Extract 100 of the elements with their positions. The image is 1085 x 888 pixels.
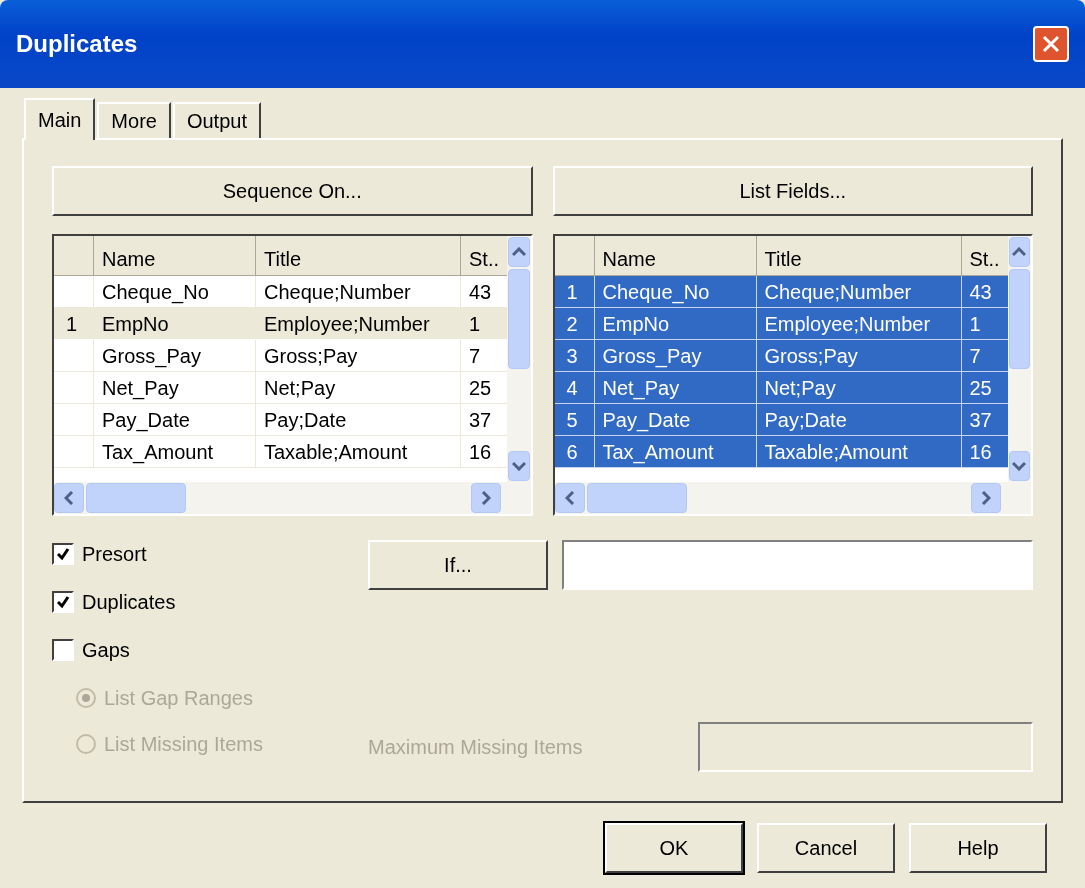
sequence-number: 1 — [54, 308, 94, 339]
scroll-right-icon[interactable] — [470, 483, 501, 513]
scroll-thumb[interactable] — [86, 483, 186, 513]
close-icon — [1042, 35, 1060, 53]
table-cell: Gross;Pay — [256, 340, 461, 371]
sequence-number: 4 — [554, 372, 595, 403]
horizontal-scrollbar[interactable] — [54, 482, 531, 514]
table-cell: Gross_Pay — [594, 340, 757, 371]
table-cell: Gross_Pay — [94, 340, 256, 371]
scroll-up-icon[interactable] — [1008, 237, 1030, 267]
dialog-button[interactable]: OK — [605, 823, 743, 873]
sequence-number: 5 — [554, 404, 595, 435]
tab[interactable]: Output — [172, 102, 261, 138]
scroll-right-icon[interactable] — [971, 483, 1001, 513]
table-row[interactable]: 4 Net_Pay Net;Pay 25 — [554, 372, 1008, 404]
sequence-button[interactable]: Sequence On... — [52, 166, 533, 216]
table-cell: EmpNo — [594, 308, 757, 339]
table-cell: Net_Pay — [594, 372, 757, 403]
table-row[interactable]: 1 Cheque_No Cheque;Number 43 — [554, 276, 1008, 308]
table-row[interactable]: Net_Pay Net;Pay 25 — [54, 372, 507, 404]
window-title: Duplicates — [16, 29, 138, 59]
table-cell-text: 25 — [968, 376, 993, 401]
vertical-scrollbar[interactable] — [507, 236, 531, 482]
table-cell-text: 37 — [468, 408, 493, 433]
table-cell: Pay;Date — [256, 404, 461, 435]
max-missing-label: Maximum Missing Items — [368, 735, 584, 760]
table-row[interactable]: 5 Pay_Date Pay;Date 37 — [554, 404, 1008, 436]
checkmark-icon — [56, 547, 70, 561]
scroll-thumb[interactable] — [1008, 269, 1030, 369]
radio-label: List Missing Items — [104, 732, 263, 757]
scroll-thumb[interactable] — [508, 269, 530, 369]
scroll-left-icon[interactable] — [554, 483, 585, 513]
scroll-down-icon[interactable] — [1008, 451, 1030, 481]
column-header[interactable]: Name — [94, 236, 256, 275]
checkbox[interactable] — [52, 639, 74, 661]
tab[interactable]: More — [97, 102, 171, 138]
table-cell: Pay_Date — [94, 404, 256, 435]
sequence-number: 6 — [554, 436, 595, 467]
checkbox[interactable] — [52, 543, 74, 565]
sequence-number: 2 — [554, 308, 595, 339]
table-cell: Taxable;Amount — [256, 436, 461, 467]
vertical-scrollbar[interactable] — [1007, 236, 1031, 482]
scroll-up-icon[interactable] — [508, 237, 530, 267]
column-header[interactable]: Title — [756, 236, 962, 275]
column-header[interactable]: Name — [594, 236, 757, 275]
table-cell-text: 16 — [468, 440, 493, 465]
checkbox-label: Gaps — [82, 638, 130, 663]
table-cell-text: 25 — [468, 376, 493, 401]
table-cell: Employee;Number — [256, 308, 461, 339]
table-cell-text: 1 — [968, 312, 982, 337]
table-cell-text: 16 — [968, 440, 993, 465]
scroll-down-icon[interactable] — [508, 451, 530, 481]
checkmark-icon — [56, 595, 70, 609]
table-cell-text: 37 — [968, 408, 993, 433]
table-cell: Net_Pay — [94, 372, 256, 403]
condition-field[interactable] — [562, 540, 1033, 590]
column-header[interactable]: Title — [256, 236, 461, 275]
table-cell-text: 1 — [468, 312, 482, 337]
table-row[interactable]: Tax_Amount Taxable;Amount 16 — [54, 436, 507, 468]
table-cell: Net;Pay — [756, 372, 962, 403]
table-row[interactable]: Pay_Date Pay;Date 37 — [54, 404, 507, 436]
table-cell-text: 7 — [468, 344, 482, 369]
checkbox-label: Duplicates — [82, 590, 176, 615]
table-cell: EmpNo — [94, 308, 256, 339]
dialog-button[interactable]: Help — [909, 823, 1047, 873]
table-cell: Employee;Number — [756, 308, 962, 339]
table-cell-text: 43 — [468, 280, 493, 305]
table-cell: Cheque_No — [594, 276, 757, 307]
table-cell: Cheque_No — [94, 276, 256, 307]
table-row[interactable]: 2 EmpNo Employee;Number 1 — [554, 308, 1008, 340]
radio-label: List Gap Ranges — [104, 686, 253, 711]
sequence-number: 1 — [554, 276, 595, 307]
checkbox-label: Presort — [82, 542, 147, 567]
column-header[interactable]: St.. — [461, 236, 507, 275]
dialog-button[interactable]: Cancel — [757, 823, 895, 873]
table-row[interactable]: 3 Gross_Pay Gross;Pay 7 — [554, 340, 1008, 372]
table-cell: Taxable;Amount — [756, 436, 962, 467]
sequence-button[interactable]: List Fields... — [552, 166, 1033, 216]
table-cell: Tax_Amount — [594, 436, 757, 467]
close-button[interactable] — [1033, 26, 1069, 62]
if-button[interactable]: If... — [368, 540, 548, 590]
sequence-number: 3 — [554, 340, 595, 371]
table-row[interactable]: Cheque_No Cheque;Number 43 — [54, 276, 507, 308]
table-cell-text: 7 — [968, 344, 982, 369]
column-header[interactable]: St.. — [961, 236, 1008, 275]
table-cell: Cheque;Number — [256, 276, 461, 307]
tab[interactable]: Main — [24, 98, 96, 140]
table-cell: Gross;Pay — [756, 340, 962, 371]
table-cell: Pay;Date — [756, 404, 962, 435]
table-row[interactable]: Gross_Pay Gross;Pay 7 — [54, 340, 507, 372]
scroll-left-icon[interactable] — [54, 483, 84, 513]
checkbox[interactable] — [52, 591, 74, 613]
table-cell-text: 43 — [968, 280, 993, 305]
horizontal-scrollbar[interactable] — [554, 482, 1031, 514]
table-row[interactable]: 6 Tax_Amount Taxable;Amount 16 — [554, 436, 1008, 468]
table-cell: Cheque;Number — [756, 276, 962, 307]
table-cell: Tax_Amount — [94, 436, 256, 467]
table-row[interactable]: 1 EmpNo Employee;Number 1 — [54, 308, 507, 340]
table-cell: Pay_Date — [594, 404, 757, 435]
scroll-thumb[interactable] — [586, 483, 687, 513]
